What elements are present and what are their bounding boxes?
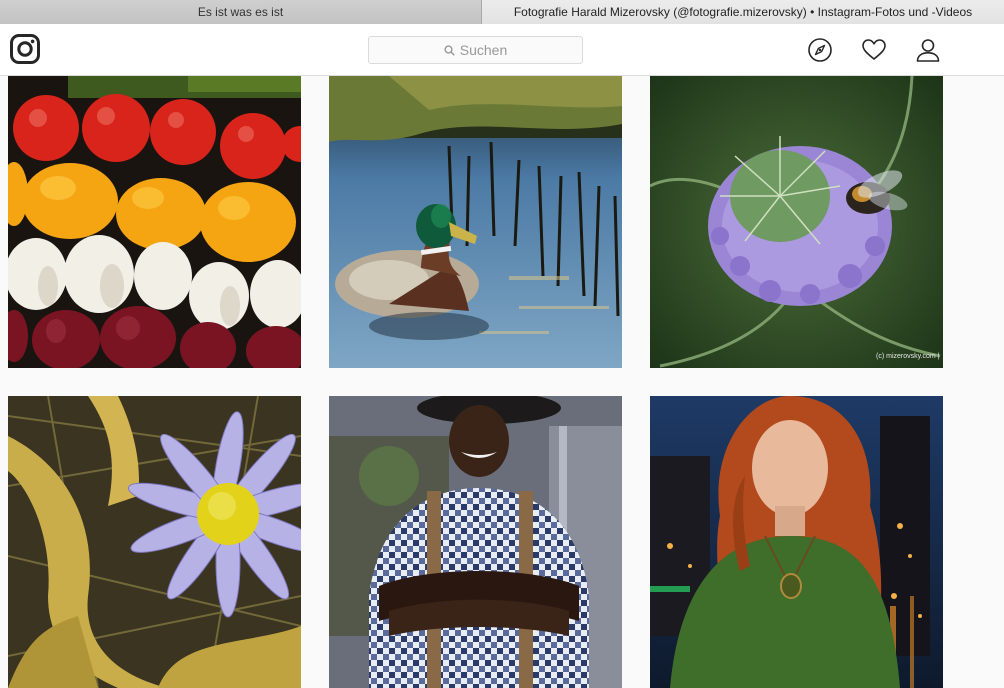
photo-grid: (c) mizerovsky.com |	[0, 76, 1004, 688]
post-thumbnail-aster-flower[interactable]	[8, 396, 301, 688]
post-thumbnail-woman-portrait[interactable]	[650, 396, 943, 688]
man-portrait-image	[329, 396, 622, 688]
compass-icon[interactable]	[807, 37, 833, 63]
thistle-bee-image: (c) mizerovsky.com |	[650, 76, 943, 368]
browser-tab-bar: Es ist was es ist Fotografie Harald Mize…	[0, 0, 1004, 24]
post-thumbnail-vegetables[interactable]	[8, 76, 301, 368]
woman-portrait-image	[650, 396, 943, 688]
instagram-camera-icon[interactable]	[10, 34, 40, 64]
instagram-header: Suchen	[0, 24, 1004, 76]
browser-tab-instagram-profile[interactable]: Fotografie Harald Mizerovsky (@fotografi…	[482, 0, 1004, 24]
post-thumbnail-man-portrait[interactable]	[329, 396, 622, 688]
search-icon	[444, 44, 455, 56]
search-placeholder: Suchen	[459, 42, 508, 58]
user-icon[interactable]	[915, 37, 941, 63]
vegetables-image	[8, 76, 301, 368]
heart-icon[interactable]	[861, 37, 887, 63]
search-input[interactable]: Suchen	[368, 36, 583, 64]
post-thumbnail-duck[interactable]	[329, 76, 622, 368]
browser-tab-es-ist-was-es-ist[interactable]: Es ist was es ist	[0, 0, 482, 24]
post-thumbnail-thistle-bee[interactable]: (c) mizerovsky.com |	[650, 76, 943, 368]
aster-flower-image	[8, 396, 301, 688]
duck-image	[329, 76, 622, 368]
photo-watermark: (c) mizerovsky.com |	[876, 353, 940, 360]
page-right-margin	[944, 76, 1004, 688]
